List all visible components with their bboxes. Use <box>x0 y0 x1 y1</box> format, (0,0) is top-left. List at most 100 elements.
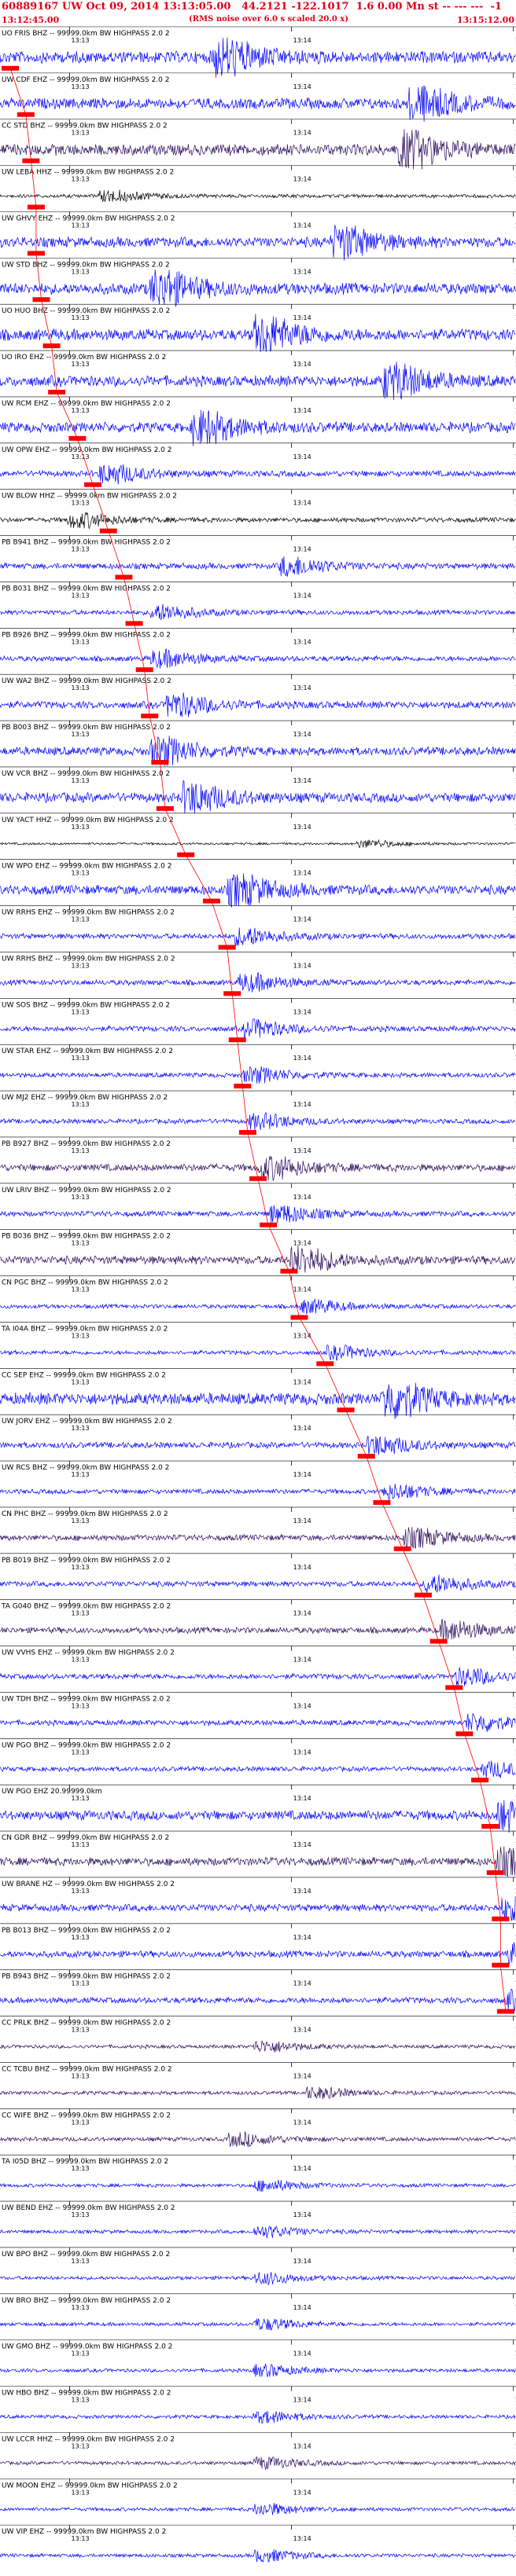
minute-tick-label: 13:14 <box>293 1749 311 1756</box>
trace-label: CN PGC BHZ -- 99999.0km BW HIGHPASS 2.0 … <box>2 1279 168 1287</box>
minute-tick-label: 13:14 <box>293 1194 311 1201</box>
minute-tick-label: 13:14 <box>293 314 311 321</box>
minute-tick-label: 13:14 <box>293 268 311 275</box>
waveform <box>0 780 516 813</box>
waveform <box>0 1942 516 1965</box>
trace-label: UW RRHS BHZ -- 99999.0km BW HIGHPASS 2.0… <box>2 955 175 963</box>
minute-tick-label: 13:13 <box>72 1610 90 1617</box>
trace-label: UW WPO EHZ -- 99999.0km BW HIGHPASS 2.0 … <box>2 863 171 871</box>
minute-tick-label: 13:14 <box>293 2442 311 2449</box>
minute-tick-label: 13:13 <box>72 1980 90 1987</box>
trace-label: UW LRIV BHZ -- 99999.0km BW HIGHPASS 2.0… <box>2 1187 171 1194</box>
trace-label: UW BEND EHZ -- 99999.0km BW HIGHPASS 2.0… <box>2 2204 175 2212</box>
minute-tick-label: 13:14 <box>293 1147 311 1154</box>
minute-tick-label: 13:13 <box>72 546 90 553</box>
minute-tick-label: 13:14 <box>293 2072 311 2079</box>
trace-label: UW YACT HHZ -- 99999.0km BW HIGHPASS 2.0… <box>2 816 174 824</box>
trace-label: PB B036 BHZ -- 99999.0km BW HIGHPASS 2.0… <box>2 1233 171 1241</box>
minute-tick-label: 13:14 <box>293 2397 311 2404</box>
trace-label: UW LEBA HHZ -- 99999.0km BW HIGHPASS 2.0… <box>2 169 174 177</box>
trace-label: PB B019 BHZ -- 99999.0km BW HIGHPASS 2.0… <box>2 1557 171 1565</box>
minute-tick-label: 13:14 <box>293 824 311 831</box>
waveform <box>0 1018 516 1039</box>
minute-tick-label: 13:14 <box>293 407 311 414</box>
trace-label: UW VIP EHZ -- 99999.0km BW HIGHPASS 2.0 … <box>2 2528 166 2536</box>
minute-tick-label: 13:14 <box>293 2258 311 2265</box>
waveform <box>0 1205 516 1224</box>
trace-label: UW STD BHZ -- 99999.0km BW HIGHPASS 2.0 … <box>2 261 170 269</box>
minute-tick-label: 13:14 <box>293 453 311 461</box>
trace-label: UO FRIS BHZ -- 99999.0km BW HIGHPASS 2.0… <box>2 30 170 38</box>
minute-tick-label: 13:14 <box>293 777 311 784</box>
waveform <box>0 512 516 529</box>
trace-label: UW BRO BHZ -- 99999.0km BW HIGHPASS 2.0 … <box>2 2297 171 2305</box>
minute-tick-label: 13:14 <box>293 2027 311 2034</box>
minute-tick-label: 13:14 <box>293 1101 311 1108</box>
waveform <box>0 189 516 203</box>
trace-label: UW MOON EHZ -- 99999.0km BW HIGHPASS 2.0… <box>2 2482 178 2490</box>
trace-label: UW GMO BHZ -- 99999.0km BW HIGHPASS 2.0 … <box>2 2343 172 2351</box>
minute-tick-label: 13:14 <box>293 130 311 137</box>
minute-tick-label: 13:13 <box>72 638 90 645</box>
trace-label: PB B031 BHZ -- 99999.0km BW HIGHPASS 2.0… <box>2 585 171 593</box>
minute-tick-label: 13:13 <box>72 2027 90 2034</box>
minute-tick-label: 13:14 <box>293 1378 311 1385</box>
minute-tick-label: 13:13 <box>72 2304 90 2311</box>
minute-tick-label: 13:13 <box>72 870 90 877</box>
minute-tick-label: 13:13 <box>72 1471 90 1478</box>
minute-tick-label: 13:13 <box>72 1008 90 1015</box>
waveform <box>0 2410 516 2424</box>
minute-tick-label: 13:13 <box>72 1055 90 1062</box>
minute-tick-label: 13:14 <box>293 1888 311 1895</box>
trace-label: UW RCM EHZ -- 99999.0km BW HIGHPASS 2.0 … <box>2 400 171 408</box>
minute-tick-label: 13:13 <box>72 500 90 507</box>
minute-tick-label: 13:14 <box>293 1795 311 1802</box>
minute-tick-label: 13:14 <box>293 638 311 645</box>
trace-label: UW RCS BHZ -- 99999.0km BW HIGHPASS 2.0 … <box>2 1464 169 1472</box>
waveform <box>0 927 516 946</box>
minute-tick-label: 13:14 <box>293 916 311 923</box>
minute-tick-label: 13:14 <box>293 1055 311 1062</box>
minute-tick-label: 13:14 <box>293 870 311 877</box>
minute-tick-label: 13:13 <box>72 2072 90 2079</box>
waveform <box>0 2318 516 2332</box>
minute-tick-label: 13:13 <box>72 1841 90 1848</box>
waveform <box>0 1760 516 1778</box>
minute-tick-label: 13:13 <box>72 2442 90 2449</box>
trace-label: CC SEP EHZ -- 99999.0km BW HIGHPASS 2.0 … <box>2 1371 166 1379</box>
trace-label: CN GDR BHZ -- 99999.0km BW HIGHPASS 2.0 … <box>2 1834 169 1842</box>
minute-tick-label: 13:14 <box>293 1564 311 1571</box>
minute-tick-label: 13:14 <box>293 2489 311 2496</box>
minute-tick-label: 13:13 <box>72 592 90 599</box>
minute-tick-label: 13:13 <box>72 2397 90 2404</box>
trace-label: UW RRHS EHZ -- 99999.0km BW HIGHPASS 2.0… <box>2 909 175 917</box>
trace-label: UW VVHS EHZ -- 99999.0km BW HIGHPASS 2.0… <box>2 1649 175 1657</box>
minute-tick-label: 13:13 <box>72 1517 90 1525</box>
minute-tick-label: 13:13 <box>72 1240 90 1247</box>
waveform <box>0 2040 516 2053</box>
trace-label: PB B003 BHZ -- 99999.0km BW HIGHPASS 2.0… <box>2 724 171 732</box>
minute-tick-label: 13:13 <box>72 824 90 831</box>
minute-tick-label: 13:14 <box>293 684 311 692</box>
minute-tick-label: 13:13 <box>72 1795 90 1802</box>
minute-tick-label: 13:14 <box>293 2304 311 2311</box>
trace-label: UO IRO EHZ -- 99999.0km BW HIGHPASS 2.0 … <box>2 354 166 361</box>
trace-label: UW PGO EHZ 20.99999.0km <box>2 1788 102 1796</box>
waveform <box>0 838 516 849</box>
waveform <box>0 1667 516 1686</box>
trace-label: UW STAR EHZ -- 99999.0km BW HIGHPASS 2.0… <box>2 1048 173 1055</box>
minute-tick-label: 13:14 <box>293 1425 311 1432</box>
minute-tick-label: 13:13 <box>72 1888 90 1895</box>
minute-tick-label: 13:14 <box>293 2350 311 2358</box>
waveform <box>0 1619 516 1641</box>
waveform <box>0 2179 516 2193</box>
waveform <box>0 1574 516 1593</box>
waveform <box>0 692 516 717</box>
minute-tick-label: 13:13 <box>72 407 90 414</box>
waveform <box>0 2456 516 2471</box>
minute-tick-label: 13:13 <box>72 83 90 90</box>
waveform <box>0 1066 516 1084</box>
minute-tick-label: 13:13 <box>72 916 90 923</box>
minute-tick-label: 13:13 <box>72 1378 90 1385</box>
pick-marker <box>2 65 20 71</box>
